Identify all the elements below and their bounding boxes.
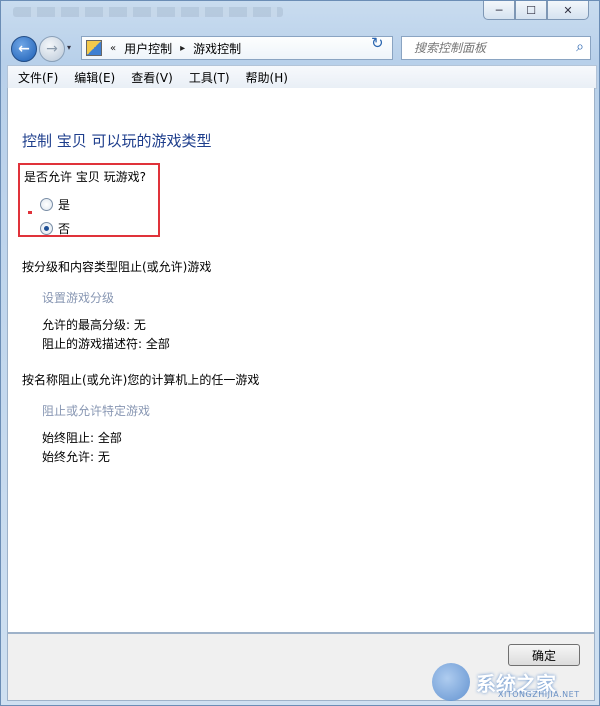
page-title: 控制 宝贝 可以玩的游戏类型	[22, 132, 212, 150]
specific-games-heading: 按名称阻止(或允许)您的计算机上的任一游戏	[22, 373, 260, 387]
always-allow-value: 始终允许: 无	[42, 450, 110, 464]
set-game-ratings-link[interactable]: 设置游戏分级	[42, 289, 114, 306]
breadcrumb-game-control[interactable]: 游戏控制	[193, 40, 241, 57]
menu-tools[interactable]: 工具(T)	[179, 69, 236, 86]
address-box[interactable]: « 用户控制 ▸ 游戏控制	[81, 36, 393, 60]
red-marker	[28, 211, 32, 214]
search-icon[interactable]: ⌕	[576, 39, 584, 55]
search-box[interactable]: ⌕	[401, 36, 591, 60]
recent-pages-dropdown[interactable]: ▾	[67, 43, 71, 52]
rating-section-heading: 按分级和内容类型阻止(或允许)游戏	[22, 260, 212, 274]
option-no[interactable]: 否	[40, 220, 70, 237]
menu-edit[interactable]: 编辑(E)	[64, 69, 121, 86]
radio-no[interactable]	[40, 222, 53, 235]
block-allow-games-link[interactable]: 阻止或允许特定游戏	[42, 402, 150, 419]
watermark-url: XITONGZHIJIA.NET	[498, 690, 580, 699]
forward-arrow-icon: →	[46, 41, 58, 57]
allow-games-question: 是否允许 宝贝 玩游戏?	[24, 170, 146, 184]
window: ─ ☐ ✕ ← → ▾ « 用户控制 ▸ 游戏控制 ↻ ⌕ 文件(F) 编辑(E…	[0, 0, 600, 706]
blurred-window-title	[13, 7, 283, 17]
overflow-chevron-icon[interactable]: «	[110, 43, 116, 54]
always-block-value: 始终阻止: 全部	[42, 431, 122, 445]
watermark-logo-icon	[432, 663, 470, 701]
forward-button[interactable]: →	[39, 36, 65, 62]
menu-view[interactable]: 查看(V)	[121, 69, 179, 86]
window-controls: ─ ☐ ✕	[483, 1, 589, 20]
breadcrumb-separator-icon[interactable]: ▸	[180, 43, 185, 54]
menu-file[interactable]: 文件(F)	[8, 69, 64, 86]
back-arrow-icon: ←	[18, 41, 30, 57]
control-panel-icon	[86, 40, 102, 56]
option-yes[interactable]: 是	[40, 196, 70, 213]
max-rating-value: 允许的最高分级: 无	[42, 318, 146, 332]
address-toolbar: ← → ▾ « 用户控制 ▸ 游戏控制 ↻ ⌕	[1, 31, 599, 63]
close-button[interactable]: ✕	[547, 1, 589, 20]
title-bar: ─ ☐ ✕	[1, 1, 599, 31]
search-input[interactable]	[412, 40, 566, 56]
option-yes-label: 是	[58, 198, 71, 212]
content-pane: 控制 宝贝 可以玩的游戏类型 是否允许 宝贝 玩游戏? 是 否 按分级和内容类型…	[7, 88, 595, 633]
menu-bar: 文件(F) 编辑(E) 查看(V) 工具(T) 帮助(H)	[7, 65, 597, 89]
back-button[interactable]: ←	[11, 36, 37, 62]
option-no-label: 否	[58, 222, 71, 236]
menu-help[interactable]: 帮助(H)	[236, 69, 294, 86]
minimize-button[interactable]: ─	[483, 1, 515, 20]
blocked-descriptors-value: 阻止的游戏描述符: 全部	[42, 337, 170, 351]
radio-yes[interactable]	[40, 198, 53, 211]
breadcrumb-user-control[interactable]: 用户控制	[124, 40, 172, 57]
refresh-icon[interactable]: ↻	[371, 34, 384, 52]
maximize-button[interactable]: ☐	[515, 1, 547, 20]
